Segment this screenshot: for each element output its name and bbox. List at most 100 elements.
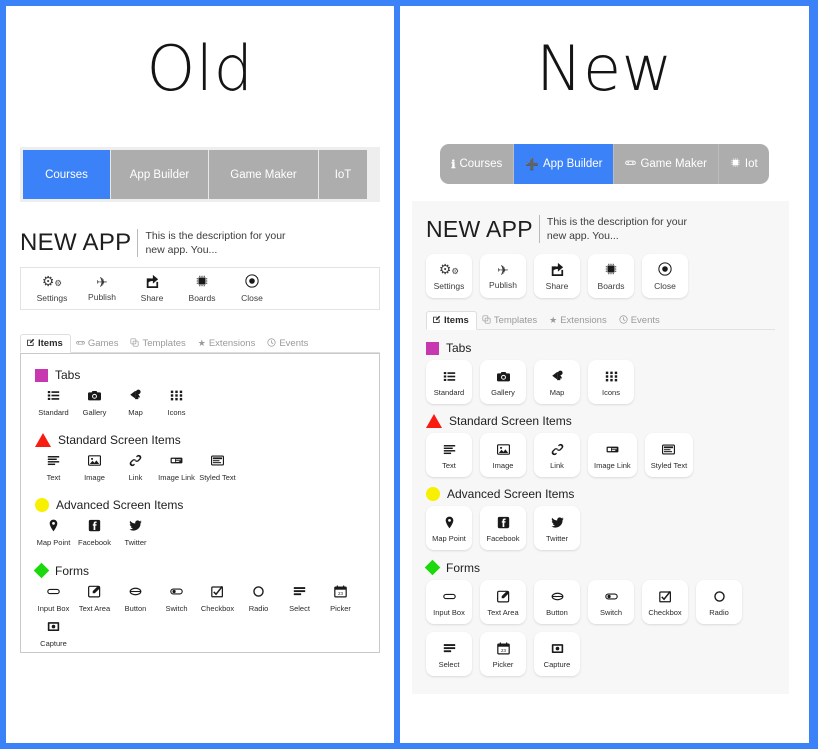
old-toolbar-settings[interactable]: ⚙⚙ Settings (27, 274, 77, 304)
new-toolbar-boards[interactable]: Boards (588, 254, 634, 298)
new-item-link[interactable]: Link (534, 433, 580, 477)
facebook-icon (88, 516, 101, 534)
new-item-select[interactable]: Select (426, 632, 472, 676)
old-subtab-templates[interactable]: Templates (125, 335, 192, 352)
new-content-area: NEW APP This is the description for your… (412, 201, 789, 694)
old-item-radio[interactable]: Radio (238, 582, 279, 613)
old-nav-tab-courses[interactable]: Courses (23, 150, 111, 199)
old-item-label: Link (128, 473, 143, 482)
image-icon (496, 441, 510, 458)
old-item-standard[interactable]: Standard (33, 386, 74, 417)
new-item-label: Image Link (594, 460, 631, 470)
plane-icon: ✈ (96, 274, 108, 290)
new-subtab-items[interactable]: Items (426, 311, 477, 330)
new-item-icons[interactable]: Icons (588, 360, 634, 404)
old-item-icons[interactable]: Icons (156, 386, 197, 417)
new-item-map-point[interactable]: Map Point (426, 506, 472, 550)
old-item-styled-text[interactable]: Styled Text (197, 451, 238, 482)
new-toolbar-label: Boards (597, 280, 625, 291)
old-toolbar-close[interactable]: Close (227, 274, 277, 303)
old-subtab-events[interactable]: Events (262, 335, 315, 352)
old-subtab-items[interactable]: Items (20, 334, 71, 353)
new-category-title: Tabs (446, 341, 472, 355)
old-item-twitter[interactable]: Twitter (115, 516, 156, 547)
new-toolbar-close[interactable]: Close (642, 254, 688, 298)
old-subtab-extensions[interactable]: ★ Extensions (193, 335, 263, 352)
new-item-image-link[interactable]: Image Link (588, 433, 637, 477)
new-nav-tab-courses[interactable]: ℹ Courses (440, 144, 515, 184)
new-subtab-label: Templates (493, 315, 538, 326)
clock-icon (267, 338, 276, 349)
old-item-select[interactable]: Select (279, 582, 320, 613)
new-item-switch[interactable]: Switch (588, 580, 634, 624)
new-item-label: Radio (709, 607, 729, 617)
old-item-button[interactable]: Button (115, 582, 156, 613)
capture-icon (47, 617, 60, 635)
old-category-items: Input Box Text Area Button Switch Checkbox Ra… (33, 582, 367, 652)
old-item-switch[interactable]: Switch (156, 582, 197, 613)
new-item-text-area[interactable]: Text Area (480, 580, 526, 624)
new-item-picker[interactable]: 23 Picker (480, 632, 526, 676)
old-item-map-point[interactable]: Map Point (33, 516, 74, 547)
new-item-label: Input Box (433, 607, 465, 617)
old-item-image[interactable]: Image (74, 451, 115, 482)
old-toolbar-boards[interactable]: Boards (177, 274, 227, 303)
new-nav-tab-label: Courses (459, 158, 503, 170)
new-item-text[interactable]: Text (426, 433, 472, 477)
new-item-input-box[interactable]: Input Box (426, 580, 472, 624)
pin-icon (47, 516, 60, 534)
new-toolbar-settings[interactable]: ⚙⚙ Settings (426, 254, 472, 298)
old-item-map[interactable]: Map (115, 386, 156, 417)
old-item-gallery[interactable]: Gallery (74, 386, 115, 417)
new-category-header: Tabs (426, 341, 775, 355)
old-item-text[interactable]: Text (33, 451, 74, 482)
old-nav-tab-iot[interactable]: IoT (319, 150, 367, 199)
new-item-gallery[interactable]: Gallery (480, 360, 526, 404)
new-toolbar-publish[interactable]: ✈ Publish (480, 254, 526, 298)
new-item-capture[interactable]: Capture (534, 632, 580, 676)
old-item-facebook[interactable]: Facebook (74, 516, 115, 547)
new-item-standard[interactable]: Standard (426, 360, 472, 404)
old-item-label: Icons (167, 408, 186, 417)
new-toolbar-label: Publish (489, 279, 517, 290)
old-toolbar-share[interactable]: Share (127, 274, 177, 303)
new-item-image[interactable]: Image (480, 433, 526, 477)
old-item-picker[interactable]: 23 Picker (320, 582, 361, 613)
new-toolbar-share[interactable]: Share (534, 254, 580, 298)
edit-icon (432, 315, 441, 326)
new-app-toolbar: ⚙⚙ Settings ✈ Publish Share Boards Close (426, 254, 775, 298)
new-nav-tab-app-builder[interactable]: ➕ App Builder (514, 144, 615, 184)
old-item-checkbox[interactable]: Checkbox (197, 582, 238, 613)
old-toolbar-label: Settings (36, 293, 68, 303)
old-nav-tab-app-builder[interactable]: App Builder (111, 150, 209, 199)
old-item-capture[interactable]: Capture (33, 617, 74, 648)
old-app-toolbar: ⚙⚙ Settings ✈ Publish Share Boards Close (20, 267, 380, 310)
old-item-label: Text (46, 473, 61, 482)
new-item-button[interactable]: Button (534, 580, 580, 624)
new-item-map[interactable]: Map (534, 360, 580, 404)
button-icon (129, 582, 142, 600)
old-item-input-box[interactable]: Input Box (33, 582, 74, 613)
old-item-image-link[interactable]: Image Link (156, 451, 197, 482)
old-subtab-games[interactable]: Games (71, 335, 126, 352)
new-subtab-extensions[interactable]: ★ Extensions (544, 312, 614, 329)
old-toolbar-publish[interactable]: ✈ Publish (77, 274, 127, 303)
old-nav-tab-game-maker[interactable]: Game Maker (209, 150, 319, 199)
new-item-radio[interactable]: Radio (696, 580, 742, 624)
new-item-label: Gallery (491, 387, 515, 397)
new-toolbar-label: Settings (433, 280, 465, 291)
new-nav-tab-game-maker[interactable]: Game Maker (614, 144, 719, 184)
new-subtab-templates[interactable]: Templates (477, 312, 544, 329)
new-item-facebook[interactable]: Facebook (480, 506, 526, 550)
new-sub-tabs: Items Templates ★ Extensions Events (426, 310, 775, 330)
new-item-checkbox[interactable]: Checkbox (642, 580, 688, 624)
new-nav-tab-iot[interactable]: Iot (719, 144, 769, 184)
old-item-link[interactable]: Link (115, 451, 156, 482)
diamond-marker-icon (33, 562, 50, 579)
old-item-text-area[interactable]: Text Area (74, 582, 115, 613)
new-item-twitter[interactable]: Twitter (534, 506, 580, 550)
gamepad-icon (76, 338, 85, 349)
new-item-styled-text[interactable]: Styled Text (644, 433, 694, 477)
new-subtab-events[interactable]: Events (614, 312, 667, 329)
edit-icon (26, 338, 35, 349)
